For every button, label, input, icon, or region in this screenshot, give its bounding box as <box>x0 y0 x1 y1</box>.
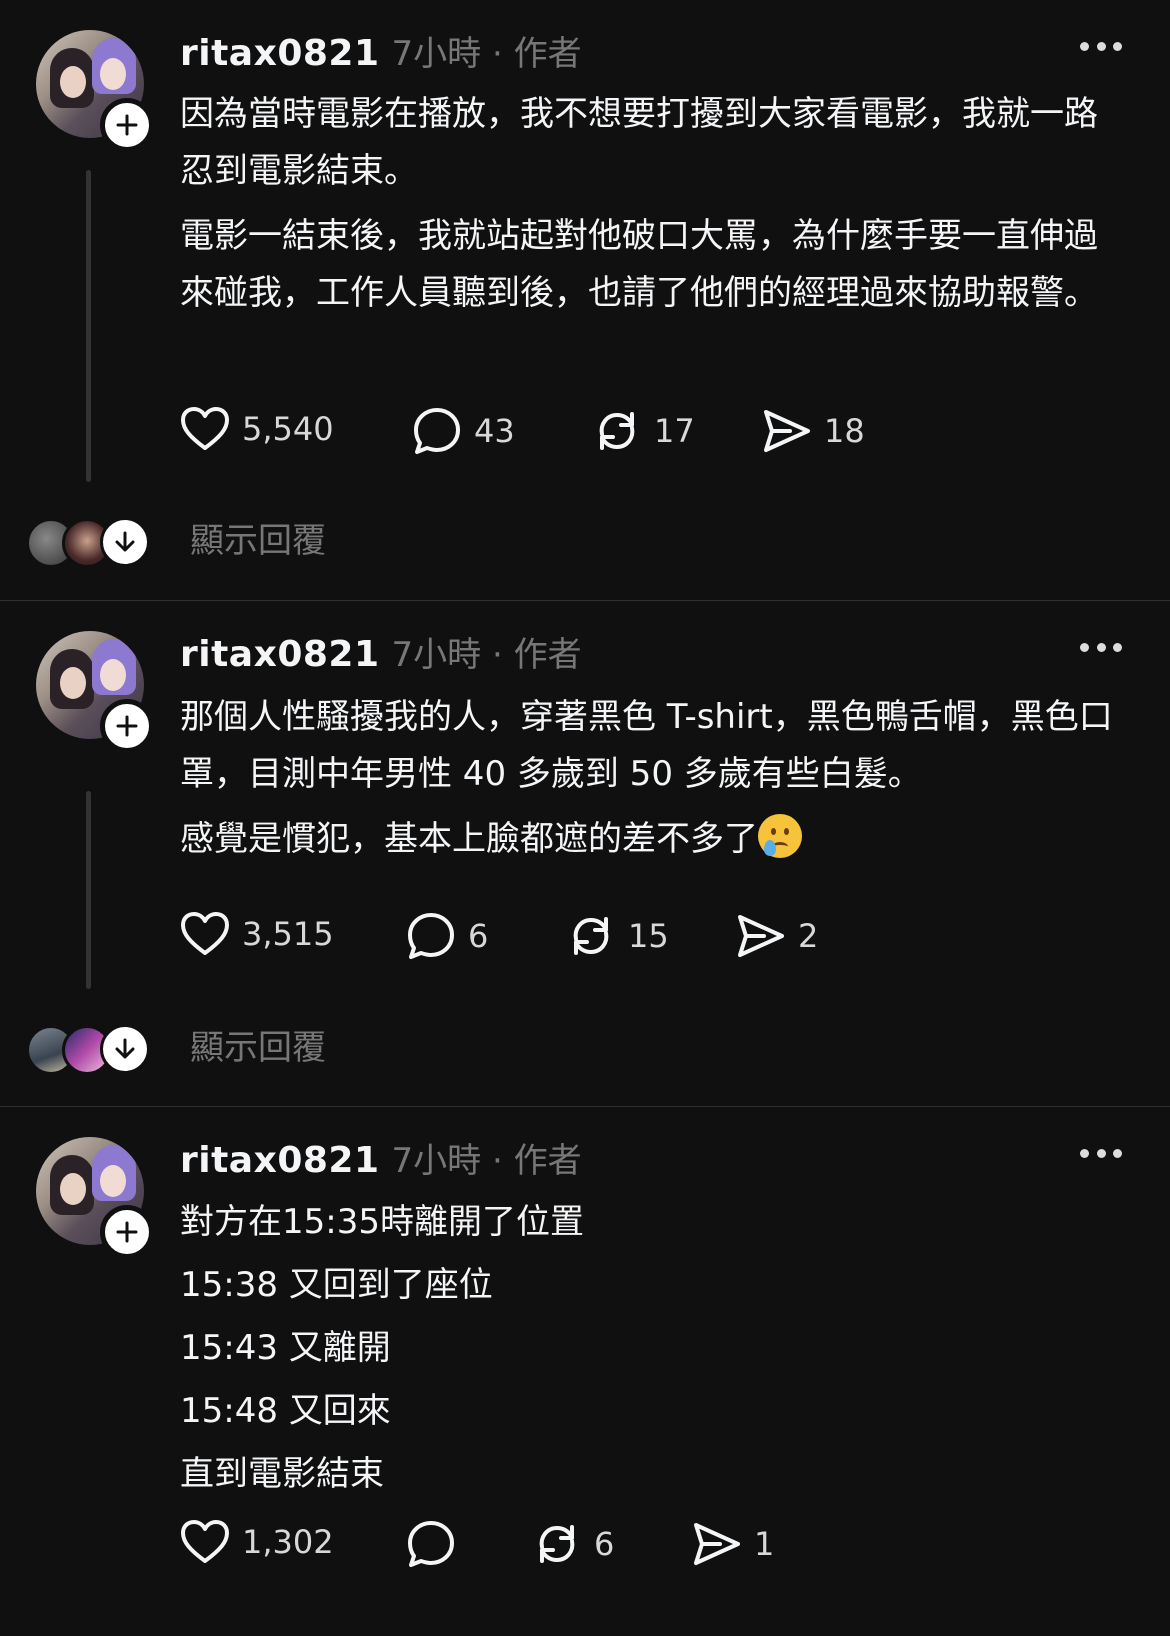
post-paragraph: 感覺是慣犯，基本上臉都遮的差不多了 <box>180 811 1120 868</box>
show-replies-link[interactable]: 顯示回覆 <box>190 518 326 564</box>
heart-icon <box>181 912 229 955</box>
post-header: ritax0821 7小時 · 作者 <box>180 627 582 676</box>
arrow-down-icon[interactable] <box>100 517 150 567</box>
thread-line <box>86 170 91 482</box>
post-meta: 7小時 · 作者 <box>391 635 582 675</box>
more-dots-icon[interactable] <box>1080 34 1122 58</box>
repost-icon <box>599 412 635 450</box>
comment-button[interactable] <box>406 1519 468 1569</box>
post-paragraph: 直到電影結束 <box>180 1454 384 1494</box>
send-icon <box>764 410 810 452</box>
comment-button[interactable]: 6 <box>406 911 488 961</box>
share-count: 18 <box>824 412 865 450</box>
share-button[interactable]: 18 <box>760 406 865 456</box>
comment-bubble-icon <box>408 913 454 959</box>
more-dots-icon[interactable] <box>1080 1141 1122 1165</box>
post-paragraph: 對方在15:35時離開了位置 <box>180 1202 584 1242</box>
arrow-down-icon[interactable] <box>100 1024 150 1074</box>
send-icon <box>694 1523 740 1565</box>
heart-icon <box>181 407 229 450</box>
repost-count: 15 <box>628 917 669 955</box>
post-header: ritax0821 7小時 · 作者 <box>180 26 582 75</box>
like-button[interactable]: 3,515 <box>180 911 334 957</box>
repost-button[interactable]: 6 <box>532 1519 614 1569</box>
author-avatar-1[interactable] <box>36 30 154 152</box>
repost-count: 6 <box>594 1525 615 1563</box>
post-paragraph-text: 感覺是慣犯，基本上臉都遮的差不多了 <box>180 819 758 859</box>
share-count: 1 <box>754 1525 775 1563</box>
follow-plus-icon[interactable] <box>100 699 154 753</box>
comment-button[interactable]: 43 <box>412 406 515 456</box>
username[interactable]: ritax0821 <box>180 634 380 675</box>
post-meta: 7小時 · 作者 <box>391 34 582 74</box>
like-button[interactable]: 5,540 <box>180 406 334 452</box>
follow-plus-icon[interactable] <box>100 1205 154 1259</box>
thread-line <box>86 791 91 989</box>
comment-bubble-icon <box>408 1521 454 1567</box>
repost-button[interactable]: 15 <box>566 911 669 961</box>
comment-count: 6 <box>468 917 489 955</box>
like-count: 3,515 <box>242 915 334 953</box>
post-header: ritax0821 7小時 · 作者 <box>180 1133 582 1182</box>
thread-post-3: ritax0821 7小時 · 作者 對方在15:35時離開了位置 15:38 … <box>0 1107 1170 1636</box>
post-body: 那個人性騷擾我的人，穿著黑色 T-shirt，黑色鴨舌帽，黑色口罩，目測中年男性… <box>180 689 1120 876</box>
post-paragraph: 因為當時電影在播放，我不想要打擾到大家看電影，我就一路忍到電影結束。 <box>180 94 1098 191</box>
share-count: 2 <box>798 917 819 955</box>
share-button[interactable]: 1 <box>690 1519 774 1569</box>
post-body: 因為當時電影在播放，我不想要打擾到大家看電影，我就一路忍到電影結束。 電影一結束… <box>180 86 1120 330</box>
more-dots-icon[interactable] <box>1080 635 1122 659</box>
like-count: 1,302 <box>242 1523 334 1561</box>
post-paragraph: 15:43 又離開 <box>180 1328 391 1368</box>
username[interactable]: ritax0821 <box>180 1140 380 1181</box>
send-icon <box>738 915 784 957</box>
thread-post-2: ritax0821 7小時 · 作者 那個人性騷擾我的人，穿著黑色 T-shir… <box>0 601 1170 1107</box>
like-count: 5,540 <box>242 410 334 448</box>
post-body: 對方在15:35時離開了位置 15:38 又回到了座位 15:43 又離開 15… <box>180 1195 1120 1510</box>
like-button[interactable]: 1,302 <box>180 1519 334 1565</box>
author-avatar-3[interactable] <box>36 1137 154 1259</box>
repost-button[interactable]: 17 <box>592 406 695 456</box>
post-paragraph: 電影一結束後，我就站起對他破口大罵，為什麼手要一直伸過來碰我，工作人員聽到後，也… <box>180 216 1098 313</box>
heart-icon <box>181 1520 229 1563</box>
show-replies-link[interactable]: 顯示回覆 <box>190 1025 326 1071</box>
post-paragraph: 15:38 又回到了座位 <box>180 1265 493 1305</box>
repost-count: 17 <box>654 412 695 450</box>
post-paragraph: 15:48 又回來 <box>180 1391 391 1431</box>
share-button[interactable]: 2 <box>734 911 818 961</box>
comment-count: 43 <box>474 412 515 450</box>
repost-icon <box>539 1525 575 1563</box>
username[interactable]: ritax0821 <box>180 33 380 74</box>
post-paragraph: 那個人性騷擾我的人，穿著黑色 T-shirt，黑色鴨舌帽，黑色口罩，目測中年男性… <box>180 697 1113 794</box>
post-meta: 7小時 · 作者 <box>391 1141 582 1181</box>
follow-plus-icon[interactable] <box>100 98 154 152</box>
comment-bubble-icon <box>414 408 460 454</box>
thread-post-1: ritax0821 7小時 · 作者 因為當時電影在播放，我不想要打擾到大家看電… <box>0 0 1170 601</box>
crying-face-emoji-icon <box>758 814 802 858</box>
repost-icon <box>573 917 609 955</box>
author-avatar-2[interactable] <box>36 631 154 753</box>
